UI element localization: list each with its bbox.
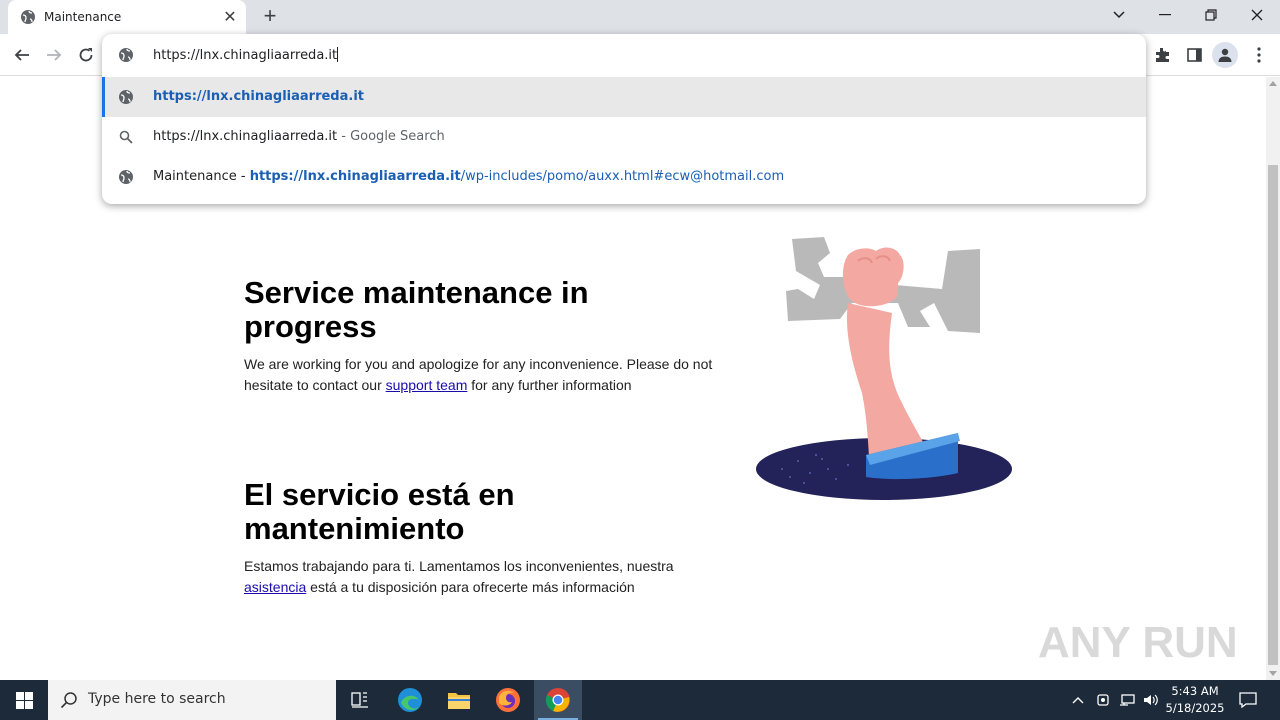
windows-logo-icon [15, 691, 33, 709]
support-team-link[interactable]: support team [386, 377, 468, 393]
tab-title: Maintenance [44, 10, 122, 24]
back-arrow-icon [14, 49, 29, 61]
maintenance-illustration [756, 237, 1012, 500]
suggestion-history-title: Maintenance - [153, 169, 250, 184]
browser-tab[interactable]: Maintenance ✕ [8, 0, 246, 34]
watermark-text: ANY RUN [1038, 618, 1238, 667]
search-placeholder: Type here to search [88, 691, 226, 707]
menu-kebab-icon[interactable] [1246, 42, 1272, 68]
spanish-text: Estamos trabajando para ti. Lamentamos l… [244, 558, 674, 574]
spanish-text-end: está a tu disposición para ofrecerte más… [306, 579, 635, 595]
meet-now-icon[interactable] [1092, 680, 1114, 720]
suggestion-history[interactable]: Maintenance - https://lnx.chinagliaarred… [102, 157, 1146, 197]
close-tab-icon[interactable]: ✕ [220, 7, 240, 27]
back-button[interactable] [8, 41, 36, 69]
asistencia-link[interactable]: asistencia [244, 579, 306, 595]
system-clock[interactable]: 5:43 AM 5/18/2025 [1162, 683, 1228, 717]
minimize-icon[interactable] [1142, 0, 1188, 30]
address-bar[interactable]: https://lnx.chinagliaarreda.it [102, 34, 1146, 76]
globe-icon [118, 47, 134, 68]
task-view-button[interactable] [336, 680, 384, 720]
extensions-icon[interactable] [1149, 42, 1175, 68]
english-heading: Service maintenance in progress [244, 275, 589, 344]
new-tab-button[interactable]: + [258, 5, 282, 28]
close-window-icon[interactable] [1234, 0, 1280, 30]
volume-icon[interactable] [1140, 680, 1162, 720]
spanish-paragraph: Estamos trabajando para ti. Lamentamos l… [244, 556, 714, 598]
forward-button[interactable] [40, 41, 68, 69]
search-icon [60, 692, 77, 709]
suggestion-history-url-path: /wp-includes/pomo/auxx.html#ecw@hotmail.… [460, 169, 785, 184]
tab-search-icon[interactable] [1096, 0, 1142, 30]
chrome-icon [545, 688, 570, 712]
chrome-app[interactable] [534, 680, 582, 720]
restore-icon[interactable] [1188, 0, 1234, 30]
firefox-icon [496, 688, 520, 712]
english-text-end: for any further information [467, 377, 632, 393]
tab-strip: Maintenance ✕ + [0, 0, 1280, 34]
side-panel-icon[interactable] [1181, 42, 1207, 68]
globe-icon [21, 10, 35, 24]
text-caret [337, 47, 339, 62]
omnibox-dropdown: https://lnx.chinagliaarreda.it https://l… [102, 34, 1146, 204]
suggestion-url-text: https://lnx.chinagliaarreda.it [153, 89, 364, 104]
spanish-heading: El servicio está en mantenimiento [244, 477, 515, 546]
scroll-up-icon[interactable] [1269, 81, 1277, 86]
clock-date: 5/18/2025 [1165, 701, 1225, 715]
english-section: Service maintenance in progress We are w… [244, 276, 714, 396]
anyrun-watermark: ANY RUN [1038, 618, 1238, 667]
suggestion-search-suffix: - Google Search [337, 129, 445, 144]
scroll-down-icon[interactable] [1269, 671, 1277, 676]
profile-avatar[interactable] [1212, 42, 1238, 68]
windows-taskbar: Type here to search 5:43 AM 5/18/2025 [0, 680, 1280, 720]
fist-shape [842, 247, 904, 307]
suggestion-search[interactable]: https://lnx.chinagliaarreda.it - Google … [102, 117, 1146, 157]
globe-icon [118, 89, 134, 105]
page-scrollbar[interactable] [1266, 77, 1280, 680]
network-icon[interactable] [1116, 680, 1138, 720]
search-icon [118, 129, 134, 145]
file-explorer-app[interactable] [435, 680, 483, 720]
edge-icon [398, 688, 422, 712]
task-view-icon [351, 692, 368, 708]
taskbar-search[interactable]: Type here to search [48, 680, 336, 720]
suggestion-url[interactable]: https://lnx.chinagliaarreda.it [102, 77, 1146, 117]
reload-icon [79, 48, 93, 62]
person-icon [1218, 48, 1232, 62]
start-button[interactable] [0, 680, 48, 720]
english-paragraph: We are working for you and apologize for… [244, 354, 714, 396]
folder-icon [448, 693, 470, 709]
forward-arrow-icon [47, 49, 62, 61]
clock-time: 5:43 AM [1171, 684, 1219, 698]
suggestion-search-text: https://lnx.chinagliaarreda.it [153, 129, 338, 144]
notifications-icon[interactable] [1234, 680, 1262, 720]
spanish-section: El servicio está en mantenimiento Estamo… [244, 478, 714, 598]
edge-app[interactable] [386, 680, 434, 720]
firefox-app[interactable] [484, 680, 532, 720]
reload-button[interactable] [72, 41, 100, 69]
address-input[interactable]: https://lnx.chinagliaarreda.it [153, 48, 337, 63]
suggestion-history-url-host: https://lnx.chinagliaarreda.it [249, 169, 461, 184]
show-hidden-icons[interactable] [1068, 680, 1088, 720]
scroll-thumb[interactable] [1268, 165, 1278, 665]
chevron-up-icon [1072, 697, 1084, 704]
globe-icon [118, 169, 134, 185]
